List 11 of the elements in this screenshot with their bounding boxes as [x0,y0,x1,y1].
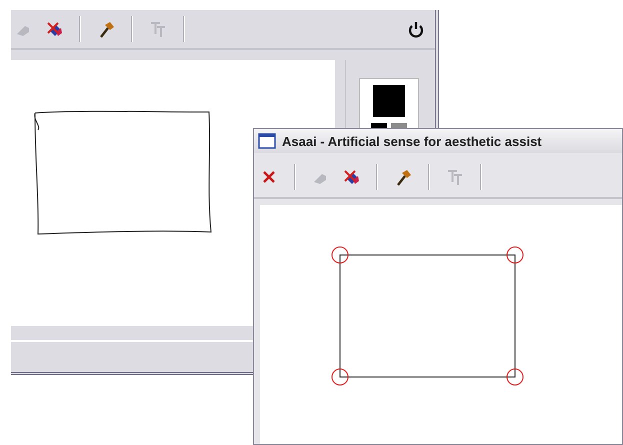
window-title: Asaai - Artificial sense for aesthetic assist [282,134,542,148]
selection-handle[interactable] [506,246,524,264]
text-icon [148,19,168,39]
selection-handle[interactable] [332,368,348,386]
selection-handle[interactable] [506,368,524,386]
color-swatch[interactable] [373,85,405,117]
window-icon [258,133,276,149]
selection-handle[interactable] [332,246,348,264]
text-icon [445,167,465,187]
rectangle-shape[interactable] [340,254,516,378]
power-icon [406,19,426,39]
